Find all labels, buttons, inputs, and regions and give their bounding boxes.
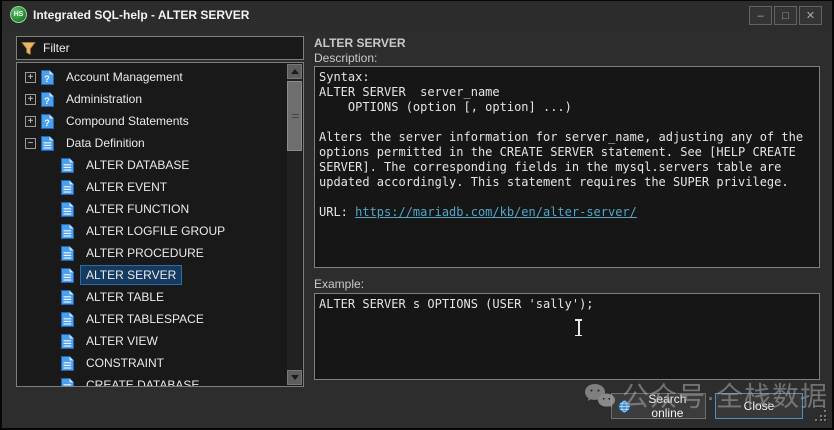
filter-box	[16, 36, 304, 60]
tree-item[interactable]: ALTER DATABASE	[17, 154, 303, 176]
example-text[interactable]: ALTER SERVER s OPTIONS (USER 'sally');	[314, 293, 820, 380]
search-online-label: Search online	[636, 392, 699, 420]
close-button[interactable]: Close	[715, 393, 803, 419]
svg-text:?: ?	[44, 118, 50, 129]
tree-item-label: Compound Statements	[61, 112, 194, 130]
tree-scrollbar[interactable]	[287, 64, 302, 385]
doc-icon	[61, 334, 74, 349]
svg-text:?: ?	[44, 96, 50, 107]
doc-icon	[61, 312, 74, 327]
tree-item-label: CONSTRAINT	[81, 354, 169, 372]
doc-icon	[61, 268, 74, 283]
close-label: Close	[744, 399, 775, 413]
tree-item-label: CREATE DATABASE	[81, 376, 204, 387]
thumb-grip-icon	[292, 114, 299, 115]
help-tree: +? Account Management +? Administration +? Co…	[16, 62, 304, 387]
help-doc-icon: ?	[41, 114, 54, 129]
tree-item[interactable]: +? Account Management	[17, 66, 303, 88]
page-title: ALTER SERVER	[314, 36, 406, 50]
tree-item-label: ALTER TABLE	[81, 288, 169, 306]
tree-item[interactable]: ALTER LOGFILE GROUP	[17, 220, 303, 242]
doc-icon	[61, 202, 74, 217]
doc-icon	[61, 224, 74, 239]
tree-item[interactable]: ALTER TABLE	[17, 286, 303, 308]
tree-item-label: ALTER FUNCTION	[81, 200, 194, 218]
tree-rows: +? Account Management +? Administration +? Co…	[17, 66, 303, 387]
scroll-up-button[interactable]	[287, 64, 302, 79]
app-logo-icon: HS	[10, 6, 27, 23]
tree-item[interactable]: ALTER VIEW	[17, 330, 303, 352]
tree-item-label: ALTER DATABASE	[81, 156, 194, 174]
tree-item[interactable]: +? Compound Statements	[17, 110, 303, 132]
doc-icon	[61, 290, 74, 305]
tree-item[interactable]: +? Administration	[17, 88, 303, 110]
doc-icon	[61, 378, 74, 388]
tree-item[interactable]: ALTER FUNCTION	[17, 198, 303, 220]
help-window: HS Integrated SQL-help - ALTER SERVER – …	[0, 0, 834, 430]
minimize-button[interactable]: –	[749, 6, 772, 25]
example-label: Example:	[314, 277, 364, 291]
doc-icon	[41, 136, 54, 151]
search-online-button[interactable]: Search online	[611, 393, 706, 419]
tree-item[interactable]: − Data Definition	[17, 132, 303, 154]
expander-toggle[interactable]: +	[25, 116, 36, 127]
doc-icon	[61, 158, 74, 173]
tree-item-label: Account Management	[61, 68, 188, 86]
expander-toggle[interactable]: −	[25, 138, 36, 149]
doc-icon	[61, 246, 74, 261]
filter-input[interactable]	[41, 40, 299, 56]
arrow-down-icon	[291, 375, 299, 380]
doc-icon	[61, 180, 74, 195]
doc-icon	[61, 356, 74, 371]
expander-toggle[interactable]: +	[25, 72, 36, 83]
resize-grip[interactable]	[815, 410, 827, 422]
tree-item-label: Administration	[61, 90, 147, 108]
tree-item-label: ALTER SERVER	[81, 266, 181, 284]
description-body: Syntax: ALTER SERVER server_name OPTIONS…	[319, 70, 803, 219]
tree-item-label: Data Definition	[61, 134, 150, 152]
help-url-link[interactable]: https://mariadb.com/kb/en/alter-server/	[355, 205, 637, 219]
tree-item-label: ALTER TABLESPACE	[81, 310, 209, 328]
arrow-up-icon	[291, 69, 299, 74]
scroll-down-button[interactable]	[287, 370, 302, 385]
scrollbar-thumb[interactable]	[287, 81, 302, 151]
tree-item[interactable]: ALTER TABLESPACE	[17, 308, 303, 330]
description-label: Description:	[314, 51, 377, 65]
filter-icon	[21, 41, 36, 56]
tree-item-label: ALTER EVENT	[81, 178, 172, 196]
svg-text:?: ?	[44, 74, 50, 85]
tree-item[interactable]: CREATE DATABASE	[17, 374, 303, 387]
tree-item[interactable]: ALTER EVENT	[17, 176, 303, 198]
tree-item[interactable]: ALTER SERVER	[17, 264, 303, 286]
text-cursor-icon	[574, 319, 583, 336]
globe-icon	[618, 399, 631, 414]
tree-item[interactable]: ALTER PROCEDURE	[17, 242, 303, 264]
titlebar: HS Integrated SQL-help - ALTER SERVER – …	[2, 1, 832, 29]
help-doc-icon: ?	[41, 70, 54, 85]
tree-item[interactable]: CONSTRAINT	[17, 352, 303, 374]
window-title: Integrated SQL-help - ALTER SERVER	[33, 8, 249, 22]
tree-item-label: ALTER PROCEDURE	[81, 244, 209, 262]
tree-item-label: ALTER LOGFILE GROUP	[81, 222, 230, 240]
close-window-button[interactable]: ✕	[799, 6, 822, 25]
maximize-button[interactable]: □	[774, 6, 797, 25]
expander-toggle[interactable]: +	[25, 94, 36, 105]
help-doc-icon: ?	[41, 92, 54, 107]
description-text[interactable]: Syntax: ALTER SERVER server_name OPTIONS…	[314, 66, 820, 268]
tree-item-label: ALTER VIEW	[81, 332, 163, 350]
example-body: ALTER SERVER s OPTIONS (USER 'sally');	[319, 297, 594, 311]
